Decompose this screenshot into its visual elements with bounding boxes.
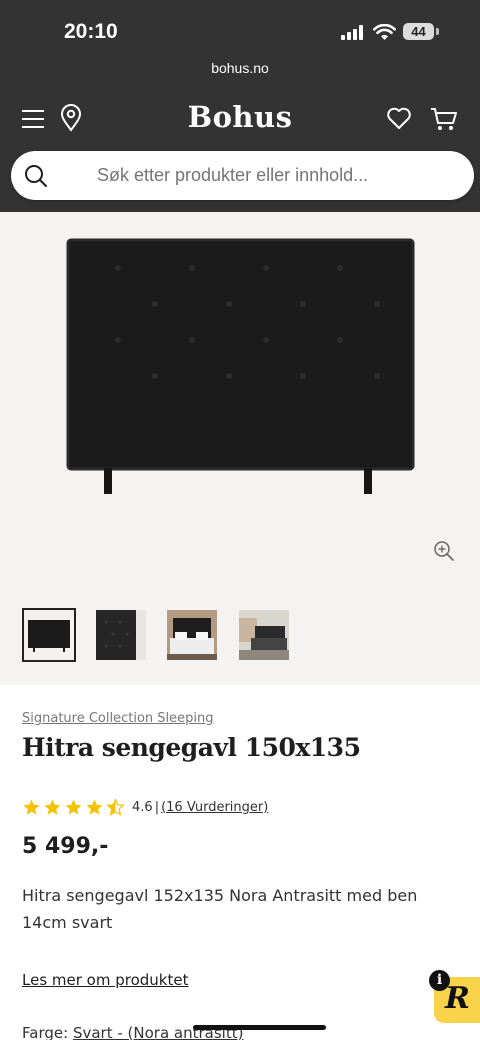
star-icon — [65, 799, 82, 815]
status-bar: 20:10 44 — [0, 0, 480, 60]
search-bar[interactable] — [11, 151, 474, 200]
reviews-link[interactable]: (16 Vurderinger) — [161, 800, 268, 815]
zoom-in-icon[interactable] — [433, 540, 455, 562]
product-details: Signature Collection Sleeping Hitra seng… — [0, 685, 480, 1040]
rating-stars — [22, 797, 125, 817]
product-image[interactable] — [60, 232, 420, 502]
info-icon[interactable]: i — [429, 970, 450, 991]
product-title: Hitra sengegavl 150x135 — [22, 733, 361, 762]
product-price: 5 499,- — [22, 834, 109, 859]
star-icon — [23, 799, 40, 815]
thumbnail-bedroom-scene-1[interactable] — [167, 610, 217, 660]
rating-value: 4.6 — [132, 799, 153, 815]
battery-indicator: 44 — [403, 23, 434, 40]
brand-link[interactable]: Signature Collection Sleeping — [22, 711, 214, 726]
search-icon[interactable] — [24, 164, 48, 188]
wifi-icon — [373, 24, 396, 40]
read-more-link[interactable]: Les mer om produktet — [22, 971, 188, 989]
status-time: 20:10 — [64, 20, 118, 43]
star-icon — [44, 799, 61, 815]
thumbnail-bedroom-scene-2[interactable] — [239, 610, 289, 660]
thumbnail-headboard-front[interactable] — [22, 608, 76, 662]
cellular-signal-icon — [341, 25, 363, 40]
site-header: 20:10 44 bohus.no Bohus — [0, 0, 480, 212]
star-icon — [86, 799, 103, 815]
browser-url[interactable]: bohus.no — [0, 60, 480, 76]
search-input[interactable] — [97, 151, 457, 200]
home-indicator[interactable] — [193, 1025, 326, 1030]
rating-row: 4.6 | (16 Vurderinger) — [22, 796, 268, 818]
color-label: Farge: — [22, 1024, 69, 1040]
half-star-icon — [106, 797, 125, 816]
product-gallery[interactable] — [0, 212, 480, 685]
review-widget-logo: R — [445, 981, 470, 1016]
battery-tip — [436, 28, 439, 35]
thumbnail-headboard-side[interactable] — [96, 610, 146, 660]
product-description: Hitra sengegavl 152x135 Nora Antrasitt m… — [22, 886, 418, 932]
cart-icon[interactable] — [430, 104, 458, 132]
rating-separator: | — [154, 799, 160, 815]
heart-icon[interactable] — [385, 104, 413, 132]
main-nav: Bohus — [0, 96, 480, 144]
